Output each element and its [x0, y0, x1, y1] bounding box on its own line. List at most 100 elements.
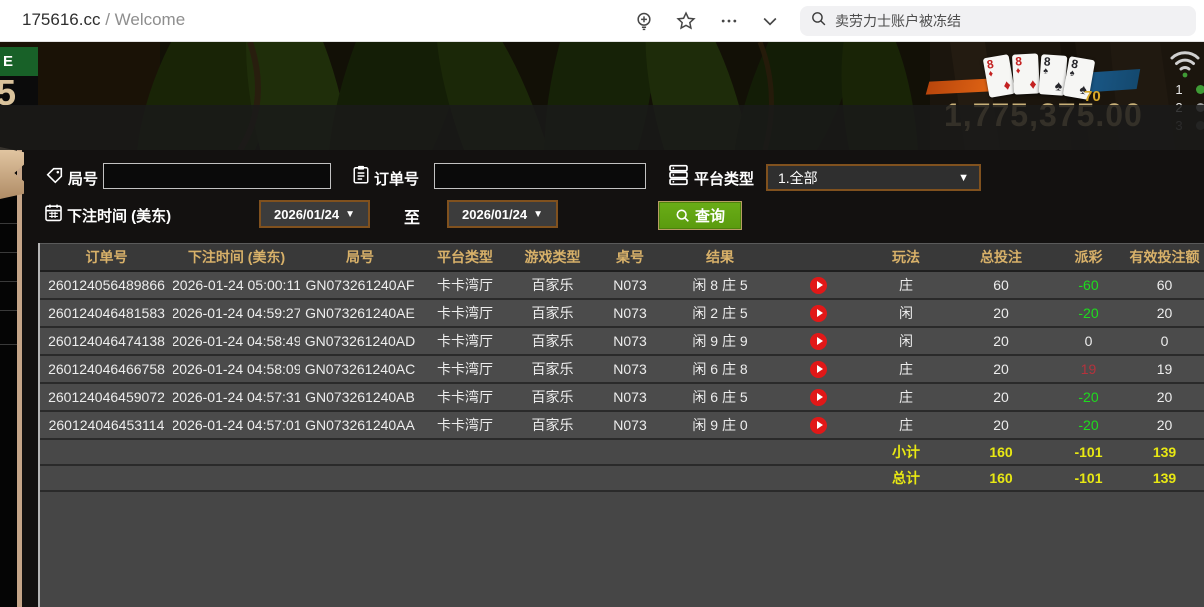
cell-payout: 0 [1052, 328, 1125, 354]
status-dot-green [1196, 85, 1204, 94]
col-header-payout: 派彩 [1052, 244, 1125, 270]
play-video-icon[interactable] [810, 389, 827, 406]
date-range-to-label: 至 [404, 204, 420, 228]
col-header-game-no: 局号 [300, 244, 420, 270]
platform-server-icon [668, 164, 689, 191]
play-video-icon[interactable] [810, 417, 827, 434]
cell-video [775, 272, 862, 298]
cell-table-no: N073 [595, 412, 665, 438]
rail-divider [0, 310, 17, 311]
game-no-input[interactable] [103, 163, 331, 189]
live-badge-letter: E [3, 53, 13, 70]
cell-valid-bet: 60 [1125, 272, 1204, 298]
cell-order-id: 260124046459072 [40, 384, 173, 410]
cell-game-no: GN073261240AC [300, 356, 420, 382]
search-icon [810, 10, 827, 32]
card-center-suit: ♠ [1054, 77, 1063, 93]
query-button[interactable]: 查询 [658, 201, 742, 230]
rail-divider [0, 281, 17, 282]
col-header-order-id: 订单号 [40, 244, 173, 270]
cell-order-id: 260124046481583 [40, 300, 173, 326]
collections-lightbulb-icon[interactable] [631, 8, 657, 34]
browser-search-input[interactable]: 卖劳力士账户被冻结 [800, 6, 1196, 36]
col-header-platform: 平台类型 [420, 244, 510, 270]
cell-bet-time: 2026-01-24 04:58:09 [173, 356, 300, 382]
table-row: 260124056489866 2026-01-24 05:00:11 GN07… [40, 272, 1204, 300]
cell-game-no: GN073261240AB [300, 384, 420, 410]
platform-type-label: 平台类型 [694, 168, 754, 189]
cell-table-no: N073 [595, 384, 665, 410]
date-arrow-icon: ▼ [533, 209, 543, 220]
col-header-result: 结果 [665, 244, 775, 270]
subtotal-payout: -101 [1052, 440, 1125, 464]
cell-order-id: 260124046453114 [40, 412, 173, 438]
casino-banner: E 5 8 ♦ ♦ 8 ♦ ♦ 8 ♠ ♠ 8 ♠ ♠ 1,775,375.00… [0, 42, 1204, 150]
card-center-suit: ♦ [1029, 75, 1037, 91]
col-header-table-no: 桌号 [595, 244, 665, 270]
order-no-input[interactable] [434, 163, 646, 189]
collapsed-menu-rail [0, 150, 17, 607]
cell-result: 闲 8 庄 5 [665, 272, 775, 298]
cell-table-no: N073 [595, 300, 665, 326]
play-video-icon[interactable] [810, 277, 827, 294]
game-no-label: 局号 [68, 168, 98, 189]
col-header-bet-side: 玩法 [862, 244, 950, 270]
table-row: 260124046459072 2026-01-24 04:57:31 GN07… [40, 384, 1204, 412]
query-magnifier-icon [675, 208, 691, 224]
live-badge: E [0, 47, 38, 76]
cell-valid-bet: 19 [1125, 356, 1204, 382]
play-video-icon[interactable] [810, 361, 827, 378]
cell-total-bet: 20 [950, 384, 1052, 410]
road-item[interactable]: 1 [1172, 81, 1204, 97]
playing-card: 8 ♦ ♦ [1012, 53, 1040, 94]
cell-video [775, 300, 862, 326]
cell-payout: -20 [1052, 412, 1125, 438]
cell-table-no: N073 [595, 328, 665, 354]
cell-order-id: 260124046466758 [40, 356, 173, 382]
ellipsis-menu-icon[interactable] [716, 8, 742, 34]
table-header-row: 订单号 下注时间 (美东) 局号 平台类型 游戏类型 桌号 结果 玩法 总投注 … [40, 243, 1204, 270]
cell-bet-side: 庄 [862, 356, 950, 382]
rail-divider [0, 223, 17, 224]
cell-table-no: N073 [595, 272, 665, 298]
cell-total-bet: 60 [950, 272, 1052, 298]
cell-payout: -20 [1052, 300, 1125, 326]
date-to-value: 2026/01/24 [462, 207, 527, 222]
cell-game-type: 百家乐 [510, 412, 595, 438]
subtotal-valid-bet: 139 [1125, 440, 1204, 464]
col-header-game-type: 游戏类型 [510, 244, 595, 270]
table-row: 260124046481583 2026-01-24 04:59:27 GN07… [40, 300, 1204, 328]
play-video-icon[interactable] [810, 305, 827, 322]
grand-total-total-bet: 160 [950, 466, 1052, 490]
date-to-picker[interactable]: 2026/01/24 ▼ [447, 200, 558, 228]
tag-icon [45, 166, 64, 190]
favorites-star-icon[interactable] [673, 8, 699, 34]
cell-bet-side: 闲 [862, 300, 950, 326]
cell-game-no: GN073261240AD [300, 328, 420, 354]
cell-game-type: 百家乐 [510, 328, 595, 354]
cell-result: 闲 2 庄 5 [665, 300, 775, 326]
cell-platform: 卡卡湾厅 [420, 328, 510, 354]
platform-type-select[interactable]: 1.全部 ▼ [766, 164, 981, 191]
cell-bet-time: 2026-01-24 04:57:31 [173, 384, 300, 410]
cell-platform: 卡卡湾厅 [420, 412, 510, 438]
cell-bet-side: 闲 [862, 328, 950, 354]
subtotal-total-bet: 160 [950, 440, 1052, 464]
chevron-down-icon[interactable] [757, 8, 783, 34]
date-from-picker[interactable]: 2026/01/24 ▼ [259, 200, 370, 228]
cell-payout: 19 [1052, 356, 1125, 382]
col-header-video [775, 244, 862, 270]
cell-game-no: GN073261240AA [300, 412, 420, 438]
cell-game-no: GN073261240AF [300, 272, 420, 298]
cell-video [775, 328, 862, 354]
subtotal-label: 小计 [862, 440, 950, 464]
play-video-icon[interactable] [810, 333, 827, 350]
cell-order-id: 260124046474138 [40, 328, 173, 354]
road-number: 1 [1172, 82, 1186, 97]
card-suit: ♦ [1016, 66, 1021, 75]
col-header-bet-time: 下注时间 (美东) [173, 244, 300, 270]
card-suit: ♠ [1043, 66, 1048, 75]
cell-platform: 卡卡湾厅 [420, 384, 510, 410]
select-arrow-icon: ▼ [958, 172, 969, 184]
cell-valid-bet: 20 [1125, 384, 1204, 410]
